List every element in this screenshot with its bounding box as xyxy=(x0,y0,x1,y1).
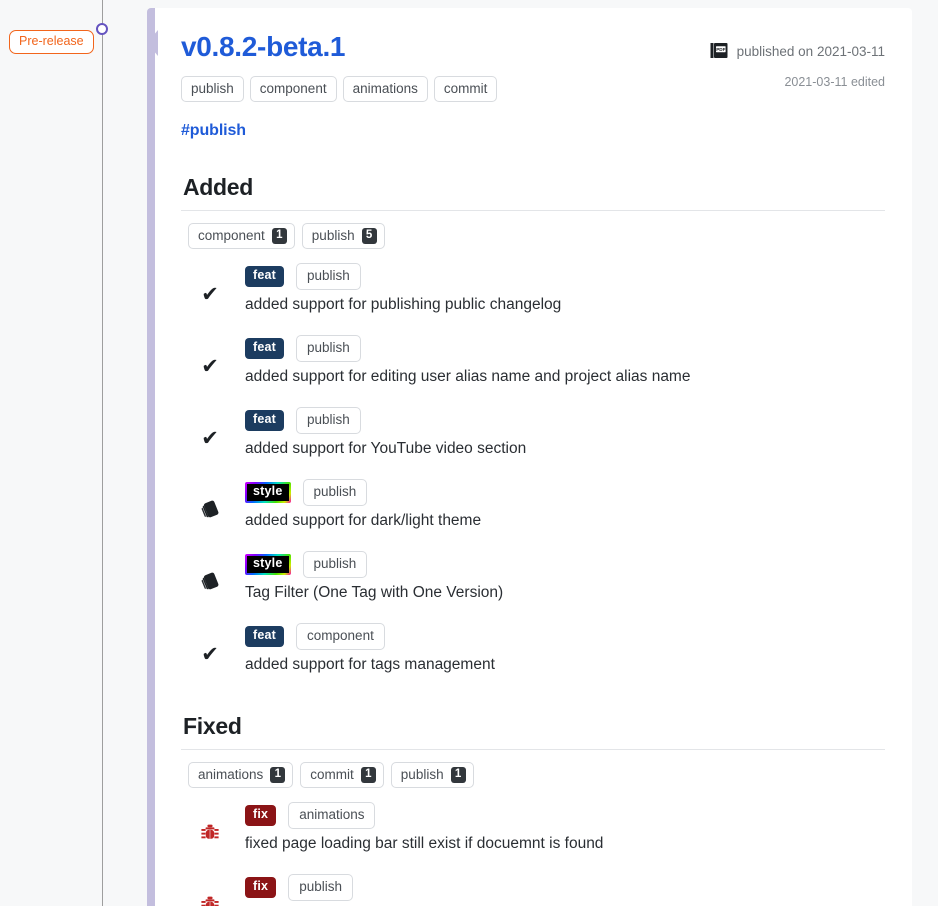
count-pill[interactable]: commit 1 xyxy=(300,762,384,788)
section-fixed: Fixed animations 1 commit 1 publish 1 fi… xyxy=(181,713,885,906)
anchor-link-publish[interactable]: #publish xyxy=(181,122,885,140)
release-tag[interactable]: animations xyxy=(342,75,428,103)
changelog-item: fix animations fixed page loading bar st… xyxy=(181,802,885,858)
published-date: published on 2021-03-11 xyxy=(736,43,885,59)
count-pill-label: component xyxy=(198,228,265,244)
changelog-item: style publish added support for dark/lig… xyxy=(181,479,885,535)
item-badges: style publish xyxy=(245,551,885,578)
bug-icon xyxy=(197,892,223,906)
section-divider xyxy=(181,210,885,211)
type-badge-fix[interactable]: fix xyxy=(245,876,277,898)
count-pill[interactable]: component 1 xyxy=(188,223,295,249)
release-card: v0.8.2-beta.1 publish component animatio… xyxy=(147,8,912,906)
count-pill-label: publish xyxy=(311,228,355,244)
type-badge-fix[interactable]: fix xyxy=(245,804,277,826)
palette-icon xyxy=(197,569,223,595)
scope-badge[interactable]: publish xyxy=(302,479,368,506)
item-badges: feat publish xyxy=(245,407,885,434)
changelog-page: Pre-release v0.8.2-beta.1 publish compon… xyxy=(0,0,938,906)
type-badge-feat[interactable]: feat xyxy=(245,337,285,359)
prerelease-badge[interactable]: Pre-release xyxy=(9,30,94,54)
section-added: Added component 1 publish 5 ✔ feat publi… xyxy=(181,174,885,679)
type-badge-style[interactable]: style xyxy=(245,482,291,503)
release-header: v0.8.2-beta.1 publish component animatio… xyxy=(181,30,885,104)
section-title: Added xyxy=(183,174,254,200)
item-badges: feat component xyxy=(245,623,885,650)
item-badges: feat publish xyxy=(245,335,885,362)
changelog-item: ✔ feat publish added support for YouTube… xyxy=(181,407,885,463)
type-badge-feat[interactable]: feat xyxy=(245,265,285,287)
changelog-item-list: fix animations fixed page loading bar st… xyxy=(181,802,885,906)
changelog-item: ✔ feat component added support for tags … xyxy=(181,623,885,679)
section-divider xyxy=(181,749,885,750)
item-badges: style publish xyxy=(245,479,885,506)
changelog-item: ✔ feat publish added support for publish… xyxy=(181,263,885,319)
check-icon: ✔ xyxy=(201,642,219,666)
item-description: fixed page loading bar still exist if do… xyxy=(245,834,604,852)
count-pill-label: commit xyxy=(310,767,354,783)
scope-badge[interactable]: publish xyxy=(296,407,361,434)
changelog-item: ✔ feat publish added support for editing… xyxy=(181,335,885,391)
item-description: Tag Filter (One Tag with One Version) xyxy=(245,583,504,601)
count-pill-number: 1 xyxy=(360,767,376,783)
bug-icon xyxy=(197,820,223,846)
edited-date: 2021-03-11 edited xyxy=(784,75,885,89)
count-pill[interactable]: animations 1 xyxy=(188,762,294,788)
item-description: added support for YouTube video section xyxy=(245,439,527,457)
scope-badge[interactable]: publish xyxy=(302,551,368,578)
check-icon: ✔ xyxy=(201,354,219,378)
timeline-line xyxy=(102,0,103,906)
section-count-list: animations 1 commit 1 publish 1 xyxy=(188,762,885,788)
release-tag[interactable]: commit xyxy=(433,75,498,103)
count-pill-number: 5 xyxy=(361,228,377,244)
release-tag[interactable]: component xyxy=(249,75,337,103)
palette-icon xyxy=(197,497,223,523)
changelog-item-list: ✔ feat publish added support for publish… xyxy=(181,263,885,679)
section-title: Fixed xyxy=(183,713,242,739)
count-pill[interactable]: publish 5 xyxy=(301,223,385,249)
scope-badge[interactable]: component xyxy=(296,623,385,650)
scope-badge[interactable]: publish xyxy=(296,335,361,362)
scope-badge[interactable]: animations xyxy=(288,802,376,829)
published-line: PDF published on 2021-03-11 xyxy=(710,42,885,60)
count-pill-number: 1 xyxy=(270,767,286,783)
item-description: added support for dark/light theme xyxy=(245,511,482,529)
count-pill-label: publish xyxy=(400,767,444,783)
scope-badge[interactable]: publish xyxy=(288,874,353,901)
pdf-icon[interactable]: PDF xyxy=(710,42,728,60)
count-pill-number: 1 xyxy=(450,767,466,783)
section-count-list: component 1 publish 5 xyxy=(188,223,885,249)
scope-badge[interactable]: publish xyxy=(296,263,361,290)
check-icon: ✔ xyxy=(201,426,219,450)
item-description: added support for publishing public chan… xyxy=(245,295,562,313)
item-description: added support for editing user alias nam… xyxy=(245,367,691,385)
type-badge-style[interactable]: style xyxy=(245,554,291,575)
changelog-item: style publish Tag Filter (One Tag with O… xyxy=(181,551,885,607)
changelog-item: fix publish fixed left timeline RWD bug … xyxy=(181,874,885,906)
release-meta: PDF published on 2021-03-11 2021-03-11 e… xyxy=(710,42,885,89)
svg-text:PDF: PDF xyxy=(716,47,725,52)
count-pill-number: 1 xyxy=(271,228,287,244)
item-badges: feat publish xyxy=(245,263,885,290)
check-icon: ✔ xyxy=(201,282,219,306)
item-badges: fix animations xyxy=(245,802,885,829)
type-badge-feat[interactable]: feat xyxy=(245,409,285,431)
item-badges: fix publish xyxy=(245,874,885,901)
release-timeline: Pre-release xyxy=(0,0,147,906)
timeline-dot-icon[interactable] xyxy=(96,23,108,35)
count-pill[interactable]: publish 1 xyxy=(390,762,474,788)
release-tag[interactable]: publish xyxy=(181,75,244,103)
item-description: added support for tags management xyxy=(245,655,495,673)
count-pill-label: animations xyxy=(198,767,264,783)
type-badge-feat[interactable]: feat xyxy=(245,625,285,647)
